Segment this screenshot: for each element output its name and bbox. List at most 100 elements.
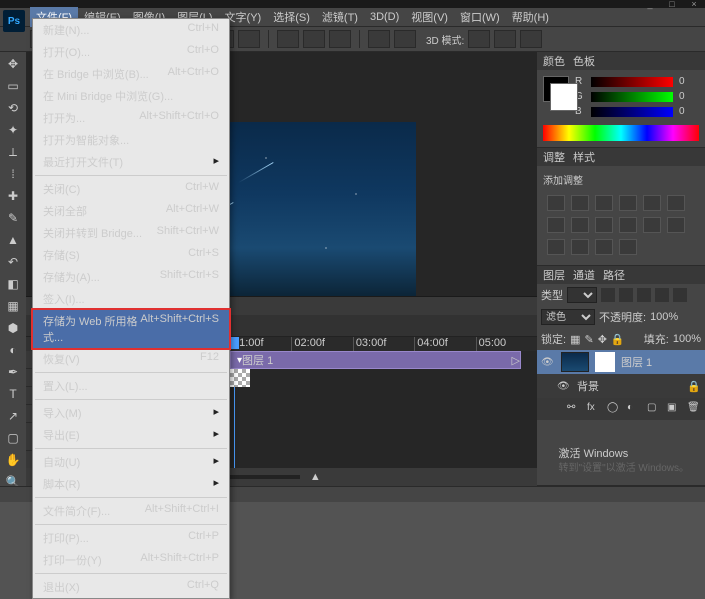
g-slider[interactable] (591, 92, 673, 102)
layer-thumbnail[interactable] (561, 352, 589, 372)
menu-item[interactable]: 关闭并转到 Bridge...Shift+Ctrl+W (33, 222, 229, 244)
adjust-icon[interactable] (667, 217, 685, 233)
menu-item[interactable]: 存储为(A)...Shift+Ctrl+S (33, 266, 229, 288)
tab-adjustments[interactable]: 调整 (543, 149, 565, 165)
lock-icon[interactable]: ✥ (598, 333, 607, 346)
lasso-tool-icon[interactable]: ⟲ (2, 98, 24, 118)
menu-item[interactable]: 打开(O)...Ctrl+O (33, 41, 229, 63)
adjust-icon[interactable] (643, 217, 661, 233)
eraser-tool-icon[interactable]: ◧ (2, 274, 24, 294)
tab-layers[interactable]: 图层 (543, 267, 565, 283)
menu-item[interactable]: 关闭全部Alt+Ctrl+W (33, 200, 229, 222)
dodge-tool-icon[interactable]: ◐ (2, 340, 24, 360)
stamp-tool-icon[interactable]: ▲ (2, 230, 24, 250)
shape-tool-icon[interactable]: ▢ (2, 428, 24, 448)
menu-item[interactable]: 打印(P)...Ctrl+P (33, 527, 229, 549)
trash-icon[interactable]: 🗑 (687, 402, 701, 416)
adjust-icon[interactable] (571, 239, 589, 255)
menu-item[interactable]: 文件简介(F)...Alt+Shift+Ctrl+I (33, 500, 229, 522)
adjust-icon[interactable] (667, 195, 685, 211)
layer-name[interactable]: 背景 (577, 378, 599, 394)
menu-item[interactable]: 打印一份(Y)Alt+Shift+Ctrl+P (33, 549, 229, 571)
tab-color[interactable]: 颜色 (543, 53, 565, 69)
adjust-icon[interactable] (619, 239, 637, 255)
tab-paths[interactable]: 路径 (603, 267, 625, 283)
adjust-icon[interactable] (595, 217, 613, 233)
blur-tool-icon[interactable]: ⬢ (2, 318, 24, 338)
close-button[interactable]: × (687, 0, 701, 8)
timeline-clip[interactable]: ▾ 图层 1▷ (230, 351, 521, 369)
tab-channels[interactable]: 通道 (573, 267, 595, 283)
fill-value[interactable]: 100% (673, 333, 701, 345)
tab-swatches[interactable]: 色板 (573, 53, 595, 69)
b-slider[interactable] (591, 107, 673, 117)
type-tool-icon[interactable]: T (2, 384, 24, 404)
eyedropper-tool-icon[interactable]: ⁞ (2, 164, 24, 184)
menu-item[interactable]: 打开为智能对象... (33, 129, 229, 151)
adjust-icon[interactable] (643, 195, 661, 211)
history-brush-icon[interactable]: ↶ (2, 252, 24, 272)
menu-help[interactable]: 帮助(H) (506, 7, 555, 27)
menu-window[interactable]: 窗口(W) (454, 7, 506, 27)
opt-btn[interactable] (520, 30, 542, 48)
healing-tool-icon[interactable]: ✚ (2, 186, 24, 206)
fx-icon[interactable]: fx (587, 402, 601, 416)
link-icon[interactable]: ⚯ (567, 402, 581, 416)
zoom-in-icon[interactable]: ▲ (310, 471, 321, 483)
adjust-icon[interactable] (547, 195, 565, 211)
adjustment-icon[interactable]: ◐ (627, 402, 641, 416)
opt-btn[interactable] (303, 30, 325, 48)
filter-icon[interactable] (619, 288, 633, 302)
filter-icon[interactable] (637, 288, 651, 302)
opt-btn[interactable] (494, 30, 516, 48)
menu-item[interactable]: 在 Bridge 中浏览(B)...Alt+Ctrl+O (33, 63, 229, 85)
menu-select[interactable]: 选择(S) (267, 7, 316, 27)
menu-view[interactable]: 视图(V) (405, 7, 454, 27)
menu-item[interactable]: 打开为...Alt+Shift+Ctrl+O (33, 107, 229, 129)
opt-btn[interactable] (277, 30, 299, 48)
opacity-value[interactable]: 100% (650, 311, 678, 323)
mask-thumbnail[interactable] (595, 352, 615, 372)
gradient-tool-icon[interactable]: ▦ (2, 296, 24, 316)
maximize-button[interactable]: □ (665, 0, 679, 8)
adjust-icon[interactable] (595, 239, 613, 255)
opt-btn[interactable] (394, 30, 416, 48)
visibility-icon[interactable]: 👁 (557, 381, 571, 392)
opt-btn[interactable] (368, 30, 390, 48)
visibility-icon[interactable]: 👁 (541, 357, 555, 368)
menu-item[interactable]: 关闭(C)Ctrl+W (33, 178, 229, 200)
adjust-icon[interactable] (571, 195, 589, 211)
blend-mode-select[interactable]: 滤色 (541, 309, 595, 325)
menu-item[interactable]: 新建(N)...Ctrl+N (33, 19, 229, 41)
adjust-icon[interactable] (619, 195, 637, 211)
layer-name[interactable]: 图层 1 (621, 354, 652, 370)
r-slider[interactable] (591, 77, 673, 87)
adjust-icon[interactable] (547, 217, 565, 233)
zoom-slider[interactable] (220, 475, 300, 479)
filter-icon[interactable] (673, 288, 687, 302)
menu-item[interactable]: 导入(M) (33, 402, 229, 424)
adjust-icon[interactable] (547, 239, 565, 255)
new-layer-icon[interactable]: ▣ (667, 402, 681, 416)
filter-icon[interactable] (655, 288, 669, 302)
menu-item[interactable]: 退出(X)Ctrl+Q (33, 576, 229, 598)
timeline-ruler[interactable]: 01:00f02:00f03:00f04:00f05:00 (230, 337, 537, 351)
menu-item[interactable]: 签入(I)... (33, 288, 229, 310)
adjust-icon[interactable] (595, 195, 613, 211)
lock-icon[interactable]: ✎ (584, 333, 593, 346)
menu-item[interactable]: 导出(E) (33, 424, 229, 446)
lock-icon[interactable]: 🔒 (611, 333, 625, 346)
path-tool-icon[interactable]: ↗ (2, 406, 24, 426)
crop-tool-icon[interactable]: ⟂ (2, 142, 24, 162)
pen-tool-icon[interactable]: ✒ (2, 362, 24, 382)
menu-item[interactable]: 最近打开文件(T) (33, 151, 229, 173)
opt-btn[interactable] (329, 30, 351, 48)
layer-row[interactable]: 👁 图层 1 (537, 350, 705, 374)
group-icon[interactable]: ▢ (647, 402, 661, 416)
adjust-icon[interactable] (619, 217, 637, 233)
adjust-icon[interactable] (571, 217, 589, 233)
brush-tool-icon[interactable]: ✎ (2, 208, 24, 228)
move-tool-icon[interactable]: ✥ (2, 54, 24, 74)
hand-tool-icon[interactable]: ✋ (2, 450, 24, 470)
kind-select[interactable] (567, 287, 597, 303)
